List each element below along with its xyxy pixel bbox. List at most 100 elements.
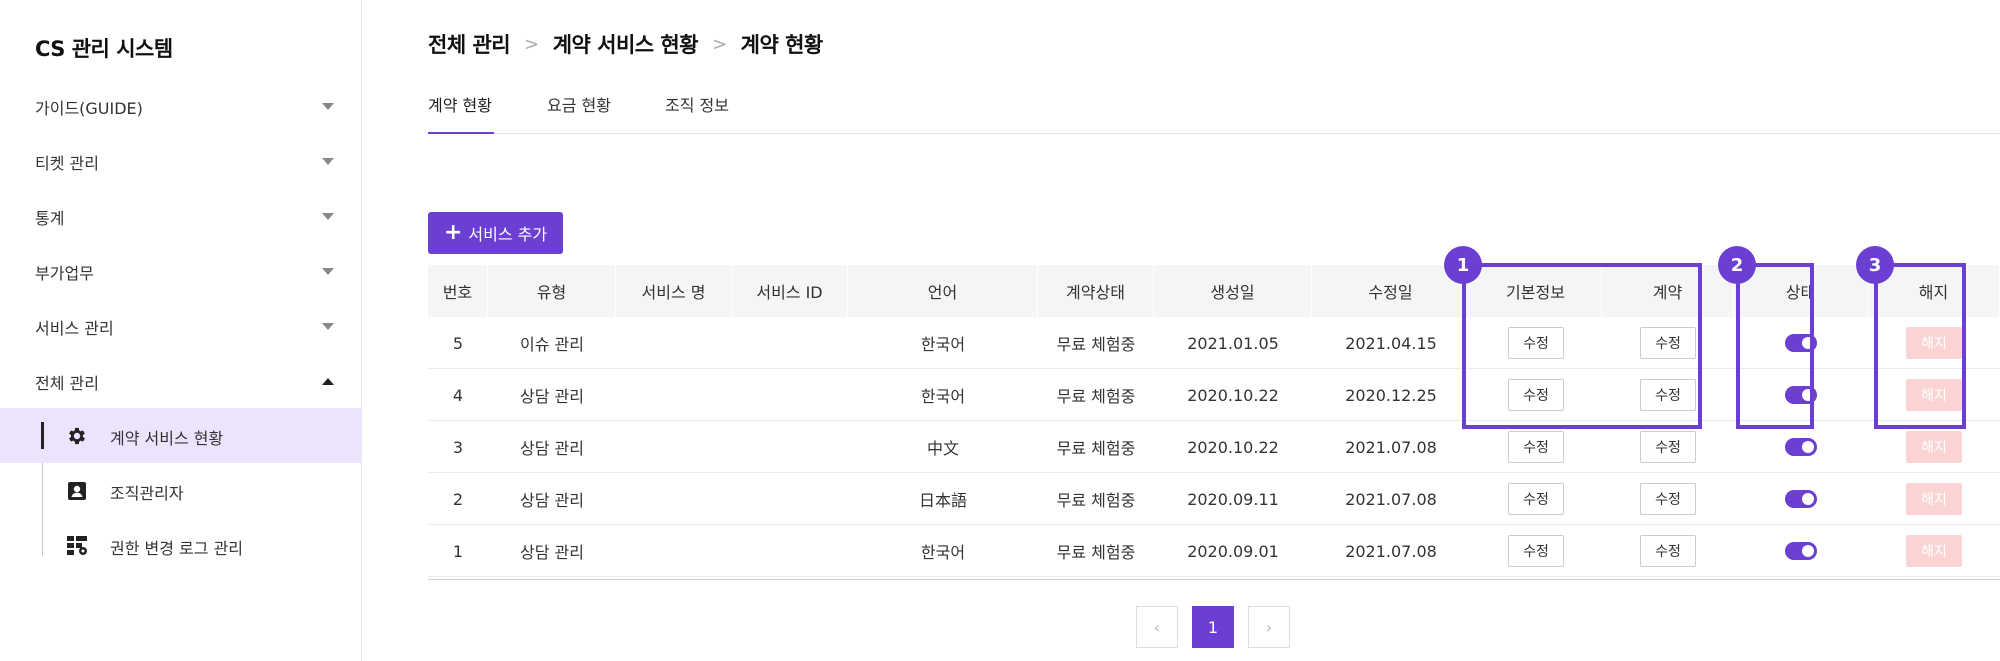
edit-contract-button[interactable]: 수정	[1640, 483, 1696, 515]
sidebar-item-statistics[interactable]: 통계	[0, 197, 362, 237]
annotation-badge: 1	[1444, 246, 1482, 284]
cell-status	[1734, 473, 1868, 525]
breadcrumb-item[interactable]: 계약 서비스 현황	[553, 29, 699, 59]
status-toggle[interactable]	[1785, 438, 1817, 456]
cell-service-id	[732, 317, 848, 369]
cell-service-name	[616, 317, 732, 369]
cell-language: 한국어	[920, 543, 966, 562]
table-row: 1 상담 관리 한국어 무료 체험중 2020.09.01 2021.07.08…	[428, 525, 2000, 577]
cell-service-name	[616, 369, 732, 421]
cell-language: 中文	[926, 439, 959, 458]
cell-created-date: 2020.10.22	[1187, 385, 1279, 405]
cell-type: 상담 관리	[520, 439, 584, 458]
add-service-button[interactable]: + 서비스 추가	[428, 212, 563, 254]
cell-created-date: 2020.09.11	[1187, 489, 1279, 509]
sidebar-item-guide[interactable]: 가이드(GUIDE)	[0, 87, 362, 127]
sidebar-item-tickets[interactable]: 티켓 관리	[0, 142, 362, 182]
highlight-box-status	[1736, 263, 1814, 429]
sidebar-item-label: 티켓 관리	[35, 154, 99, 173]
cell-number: 4	[452, 385, 464, 405]
cell-contract-status: 무료 체험중	[1056, 439, 1136, 458]
tab-fee-status[interactable]: 요금 현황	[547, 92, 611, 134]
chevron-down-icon	[322, 323, 334, 330]
sidebar: CS 관리 시스템 가이드(GUIDE) 티켓 관리 통계 부가업무 서비스 관…	[0, 0, 362, 661]
table-row: 2 상담 관리 日本語 무료 체험중 2020.09.11 2021.07.08…	[428, 473, 2000, 525]
cell-type: 상담 관리	[520, 543, 584, 562]
cell-number: 2	[452, 489, 464, 509]
sidebar-subitem-label: 권한 변경 로그 관리	[110, 539, 244, 558]
status-toggle[interactable]	[1785, 542, 1817, 560]
status-toggle[interactable]	[1785, 490, 1817, 508]
cell-service-name	[616, 525, 732, 577]
column-header: 번호	[428, 265, 488, 317]
column-header: 서비스 ID	[732, 265, 848, 317]
cell-contract: 수정	[1602, 525, 1734, 577]
prev-page-button[interactable]: ‹	[1136, 606, 1178, 648]
breadcrumb-item[interactable]: 전체 관리	[428, 29, 511, 59]
column-header: 서비스 명	[616, 265, 732, 317]
annotation-badge: 3	[1856, 246, 1894, 284]
app-title: CS 관리 시스템	[35, 37, 173, 61]
cell-type: 이슈 관리	[520, 335, 584, 354]
column-header: 유형	[488, 265, 616, 317]
sidebar-subitem-label: 조직관리자	[110, 484, 184, 503]
id-badge-icon	[66, 480, 88, 502]
cell-basic-info: 수정	[1470, 473, 1602, 525]
terminate-button: 해지	[1906, 535, 1962, 567]
column-header: 계약상태	[1038, 265, 1154, 317]
chevron-right-icon: >	[712, 33, 727, 55]
cell-contract: 수정	[1602, 473, 1734, 525]
sidebar-subitem-label: 계약 서비스 현황	[110, 429, 224, 448]
chevron-down-icon	[322, 268, 334, 275]
cell-type: 상담 관리	[520, 387, 584, 406]
add-service-label: 서비스 추가	[468, 225, 548, 244]
cell-service-id	[732, 525, 848, 577]
column-header: 생성일	[1154, 265, 1312, 317]
cell-service-id	[732, 369, 848, 421]
sidebar-subitem-org-admin[interactable]: 조직관리자	[0, 463, 362, 518]
cell-language: 한국어	[920, 387, 966, 406]
cell-service-name	[616, 421, 732, 473]
cell-created-date: 2020.09.01	[1187, 541, 1279, 561]
sidebar-item-label: 부가업무	[35, 264, 94, 283]
sidebar-subitem-contract-service-status[interactable]: 계약 서비스 현황	[0, 408, 362, 463]
edit-basic-info-button[interactable]: 수정	[1508, 483, 1564, 515]
next-page-button[interactable]: ›	[1248, 606, 1290, 648]
edit-basic-info-button[interactable]: 수정	[1508, 431, 1564, 463]
tab-org-info[interactable]: 조직 정보	[665, 92, 729, 134]
plus-icon: +	[443, 220, 463, 245]
cell-status	[1734, 525, 1868, 577]
tab-contract-status[interactable]: 계약 현황	[428, 92, 494, 134]
annotation-badge: 2	[1718, 246, 1756, 284]
cell-updated-date: 2021.07.08	[1345, 541, 1437, 561]
cell-number: 1	[452, 541, 464, 561]
sidebar-item-overall-management[interactable]: 전체 관리	[0, 362, 362, 402]
sidebar-item-service-management[interactable]: 서비스 관리	[0, 307, 362, 347]
cell-type: 상담 관리	[520, 491, 584, 510]
sidebar-item-extra-tasks[interactable]: 부가업무	[0, 252, 362, 292]
cell-number: 5	[452, 333, 464, 353]
sidebar-item-label: 전체 관리	[35, 374, 99, 393]
chevron-down-icon	[322, 158, 334, 165]
page-number-button[interactable]: 1	[1192, 606, 1234, 648]
cell-updated-date: 2021.04.15	[1345, 333, 1437, 353]
edit-contract-button[interactable]: 수정	[1640, 431, 1696, 463]
gear-icon	[66, 425, 88, 447]
chevron-up-icon	[322, 378, 334, 385]
cell-language: 日本語	[918, 491, 967, 510]
cell-service-id	[732, 473, 848, 525]
terminate-button: 해지	[1906, 431, 1962, 463]
cell-number: 3	[452, 437, 464, 457]
sidebar-item-label: 가이드(GUIDE)	[35, 99, 143, 118]
edit-basic-info-button[interactable]: 수정	[1508, 535, 1564, 567]
edit-contract-button[interactable]: 수정	[1640, 535, 1696, 567]
sidebar-subitem-permission-log[interactable]: 권한 변경 로그 관리	[0, 518, 362, 573]
chevron-right-icon: >	[524, 33, 539, 55]
cell-service-name	[616, 473, 732, 525]
cell-terminate: 해지	[1868, 525, 2000, 577]
cell-contract-status: 무료 체험중	[1056, 387, 1136, 406]
cell-contract-status: 무료 체험중	[1056, 543, 1136, 562]
cell-basic-info: 수정	[1470, 525, 1602, 577]
cell-contract-status: 무료 체험중	[1056, 491, 1136, 510]
cell-service-id	[732, 421, 848, 473]
